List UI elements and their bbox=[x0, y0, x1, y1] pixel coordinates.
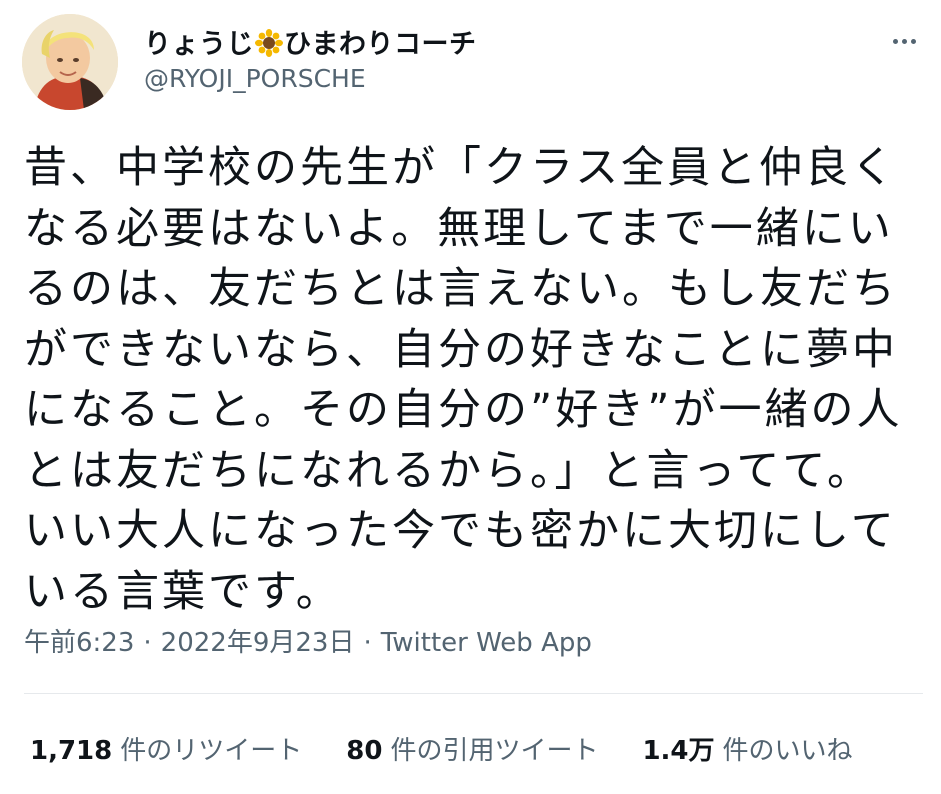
tweet-line: ができないなら、自分の好きなことに夢中 bbox=[24, 324, 898, 375]
tweet-line: いい大人になった今でも密かに大切にして bbox=[24, 506, 897, 556]
stat-count: 1,718 bbox=[30, 736, 113, 766]
tweet-line: になること。その自分の”好き”が一緒の人 bbox=[24, 385, 903, 435]
tweet-stats: 1,718 件のリツイート 80 件の引用ツイート 1.4万 件のいいね bbox=[30, 730, 853, 767]
meta-separator: · bbox=[143, 628, 152, 658]
tweet-line: 昔、中学校の先生が「クラス全員と仲良く bbox=[24, 143, 898, 193]
user-handle[interactable]: @RYOJI_PORSCHE bbox=[144, 64, 366, 93]
meta-separator: · bbox=[363, 628, 372, 658]
stat-label: 件のいいね bbox=[722, 736, 853, 766]
divider bbox=[24, 693, 923, 694]
tweet-line: とは友だちになれるから。」と言ってて。 bbox=[24, 445, 874, 496]
more-options-icon[interactable] bbox=[887, 24, 921, 58]
quote-tweets-stat[interactable]: 80 件の引用ツイート bbox=[346, 730, 598, 767]
tweet-source[interactable]: Twitter Web App bbox=[381, 628, 592, 658]
sunflower-icon bbox=[255, 29, 283, 57]
display-name-suffix: ひまわりコーチ bbox=[284, 29, 477, 60]
display-name-prefix: りょうじ bbox=[144, 29, 254, 60]
tweet-text: 昔、中学校の先生が「クラス全員と仲良く なる必要はないよ。無理してまで一緒にい … bbox=[24, 138, 904, 622]
stat-label: 件の引用ツイート bbox=[390, 736, 599, 766]
tweet-line: るのは、友だちとは言えない。もし友だち bbox=[24, 264, 898, 314]
display-name[interactable]: りょうじ ひまわりコーチ bbox=[144, 22, 477, 61]
tweet-meta: 午前6:23 · 2022年9月23日 · Twitter Web App bbox=[24, 622, 592, 659]
stat-count: 1.4万 bbox=[642, 736, 715, 766]
tweet-line: なる必要はないよ。無理してまで一緒にい bbox=[24, 203, 894, 254]
avatar-image bbox=[22, 14, 118, 110]
tweet-date[interactable]: 2022年9月23日 bbox=[161, 628, 355, 658]
likes-stat[interactable]: 1.4万 件のいいね bbox=[642, 730, 852, 767]
retweets-stat[interactable]: 1,718 件のリツイート bbox=[30, 730, 302, 767]
stat-label: 件のリツイート bbox=[120, 736, 303, 766]
avatar[interactable] bbox=[22, 14, 118, 110]
stat-count: 80 bbox=[346, 736, 383, 766]
tweet-time[interactable]: 午前6:23 bbox=[24, 628, 134, 658]
tweet-line: いる言葉です。 bbox=[24, 566, 342, 617]
